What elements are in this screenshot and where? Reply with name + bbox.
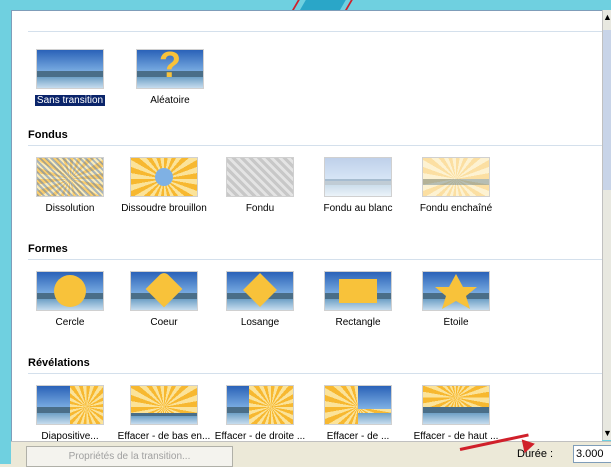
transition-thumbnail	[36, 49, 104, 89]
transition-label: Dissolution	[45, 203, 95, 214]
transition-label: Sans transition	[34, 95, 106, 106]
transition-label: Effacer - de droite ...	[214, 431, 306, 441]
transition-label: Aléatoire	[150, 95, 190, 106]
question-mark-icon: ?	[159, 49, 181, 85]
duration-input[interactable]: 3.000	[573, 445, 611, 463]
transition-diapositive[interactable]: Diapositive...	[22, 385, 118, 441]
transition-fondu[interactable]: Fondu	[212, 157, 308, 214]
transitions-panel: Sans transition ? Aléatoire Fondus Disso…	[11, 10, 602, 441]
transition-dissoudre-brouillon[interactable]: Dissoudre brouillon	[116, 157, 212, 214]
rectangle-shape-icon	[339, 279, 377, 303]
transition-label: Rectangle	[335, 317, 381, 328]
transition-thumbnail	[130, 157, 198, 197]
scrollbar-thumb[interactable]	[603, 30, 611, 190]
scroll-up-icon[interactable]: ▲	[603, 10, 611, 24]
vertical-scrollbar[interactable]: ▲ ▼	[602, 10, 611, 440]
transition-label: Coeur	[150, 317, 178, 328]
transition-label: Cercle	[55, 317, 85, 328]
transition-thumbnail	[36, 271, 104, 311]
transition-cercle[interactable]: Cercle	[22, 271, 118, 328]
transition-thumbnail	[226, 385, 294, 425]
transition-aleatoire[interactable]: ? Aléatoire	[122, 49, 218, 106]
transition-thumbnail	[324, 385, 392, 425]
transition-effacer-de-droite[interactable]: Effacer - de droite ...	[212, 385, 308, 441]
transition-thumbnail	[36, 157, 104, 197]
transition-thumbnail	[422, 271, 490, 311]
transition-thumbnail	[324, 271, 392, 311]
footer-bar: Propriétés de la transition... Durée : 3…	[11, 441, 611, 467]
section-title-formes: Formes	[28, 243, 68, 255]
transition-thumbnail	[226, 157, 294, 197]
transition-label: Étoile	[443, 317, 469, 328]
transition-thumbnail	[130, 385, 198, 425]
transition-label: Losange	[240, 317, 280, 328]
transition-thumbnail	[226, 271, 294, 311]
transition-label: Fondu	[245, 203, 275, 214]
transition-label: Dissoudre brouillon	[121, 203, 207, 214]
transition-thumbnail	[130, 271, 198, 311]
transition-sans-transition[interactable]: Sans transition	[22, 49, 118, 106]
transition-rectangle[interactable]: Rectangle	[310, 271, 406, 328]
section-divider	[28, 259, 602, 260]
section-title-fondus: Fondus	[28, 129, 68, 141]
transition-label: Effacer - de bas en...	[117, 431, 211, 441]
section-title-revelations: Révélations	[28, 357, 90, 369]
transition-thumbnail	[422, 385, 490, 425]
transition-dissolution[interactable]: Dissolution	[22, 157, 118, 214]
transition-thumbnail	[422, 157, 490, 197]
transition-fondu-au-blanc[interactable]: Fondu au blanc	[310, 157, 406, 214]
section-divider	[28, 145, 602, 146]
transition-label: Diapositive...	[41, 431, 99, 441]
transition-label: Fondu au blanc	[323, 203, 393, 214]
transition-label: Effacer - de haut ...	[413, 431, 499, 441]
star-shape-icon	[435, 274, 477, 309]
transition-thumbnail	[324, 157, 392, 197]
transition-label: Effacer - de ...	[326, 431, 390, 441]
transition-etoile[interactable]: Étoile	[408, 271, 504, 328]
transition-fondu-enchaine[interactable]: Fondu enchaîné	[408, 157, 504, 214]
transition-effacer-bas-en-haut[interactable]: Effacer - de bas en...	[116, 385, 212, 441]
section-divider	[28, 31, 602, 32]
transition-effacer-de-haut[interactable]: Effacer - de haut ...	[408, 385, 504, 441]
transition-label: Fondu enchaîné	[419, 203, 493, 214]
scroll-down-icon[interactable]: ▼	[603, 426, 611, 440]
transition-effacer-de[interactable]: Effacer - de ...	[310, 385, 406, 441]
transition-thumbnail: ?	[136, 49, 204, 89]
transition-coeur[interactable]: Coeur	[116, 271, 212, 328]
transition-thumbnail	[36, 385, 104, 425]
section-divider	[28, 373, 602, 374]
circle-shape-icon	[54, 275, 86, 307]
annotation-arrow-head-icon	[521, 436, 537, 454]
transition-losange[interactable]: Losange	[212, 271, 308, 328]
